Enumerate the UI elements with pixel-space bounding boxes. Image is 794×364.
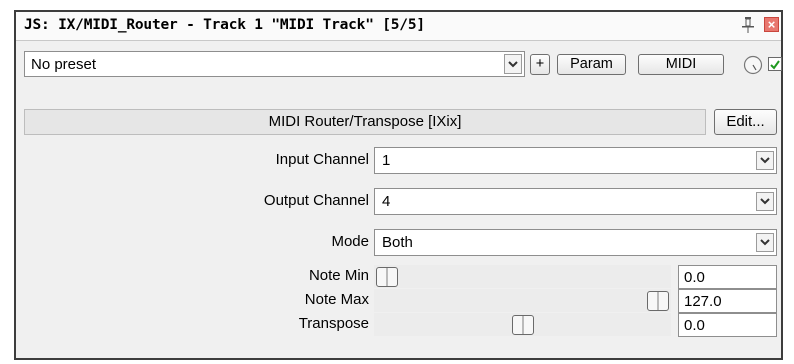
output-channel-value: 4 bbox=[382, 193, 391, 210]
input-channel-dropdown[interactable]: 1 bbox=[374, 147, 777, 174]
transpose-label: Transpose bbox=[298, 315, 369, 332]
chevron-down-icon[interactable] bbox=[756, 151, 774, 170]
checkmark-icon bbox=[770, 60, 780, 70]
note-min-slider[interactable] bbox=[374, 265, 671, 288]
note-min-field[interactable]: 0.0 bbox=[678, 265, 777, 289]
slider-thumb[interactable] bbox=[376, 267, 398, 287]
plugin-window: JS: IX/MIDI_Router - Track 1 "MIDI Track… bbox=[14, 10, 783, 360]
note-max-value: 127.0 bbox=[684, 293, 722, 310]
note-max-slider[interactable] bbox=[374, 289, 671, 312]
chevron-down-icon[interactable] bbox=[756, 192, 774, 211]
title-bar[interactable]: JS: IX/MIDI_Router - Track 1 "MIDI Track… bbox=[16, 12, 781, 41]
note-max-label: Note Max bbox=[304, 291, 369, 308]
preset-value: No preset bbox=[31, 56, 97, 73]
midi-button[interactable]: MIDI bbox=[638, 54, 724, 75]
output-channel-label: Output Channel bbox=[263, 192, 369, 209]
mode-value: Both bbox=[382, 234, 413, 251]
param-button[interactable]: Param bbox=[557, 54, 626, 75]
note-min-label: Note Min bbox=[308, 267, 369, 284]
window-title: JS: IX/MIDI_Router - Track 1 "MIDI Track… bbox=[24, 17, 425, 33]
enable-checkbox[interactable] bbox=[768, 57, 782, 71]
transpose-slider[interactable] bbox=[374, 313, 671, 336]
mode-dropdown[interactable]: Both bbox=[374, 229, 777, 256]
pin-icon[interactable] bbox=[740, 16, 756, 34]
slider-thumb[interactable] bbox=[647, 291, 669, 311]
edit-button[interactable]: Edit... bbox=[714, 109, 777, 135]
knob-icon[interactable] bbox=[743, 55, 763, 75]
output-channel-dropdown[interactable]: 4 bbox=[374, 188, 777, 215]
note-min-value: 0.0 bbox=[684, 269, 705, 286]
chevron-down-icon[interactable] bbox=[756, 233, 774, 252]
input-channel-value: 1 bbox=[382, 152, 391, 169]
close-icon[interactable]: × bbox=[764, 17, 779, 32]
add-preset-button[interactable]: + bbox=[530, 54, 550, 75]
note-max-field[interactable]: 127.0 bbox=[678, 289, 777, 313]
preset-dropdown[interactable]: No preset bbox=[24, 51, 525, 77]
plugin-name-bar: MIDI Router/Transpose [IXix] bbox=[24, 109, 706, 135]
mode-label: Mode bbox=[331, 233, 369, 250]
transpose-field[interactable]: 0.0 bbox=[678, 313, 777, 337]
chevron-down-icon[interactable] bbox=[504, 54, 522, 74]
transpose-value: 0.0 bbox=[684, 317, 705, 334]
slider-thumb[interactable] bbox=[511, 315, 534, 335]
input-channel-label: Input Channel bbox=[275, 151, 369, 168]
